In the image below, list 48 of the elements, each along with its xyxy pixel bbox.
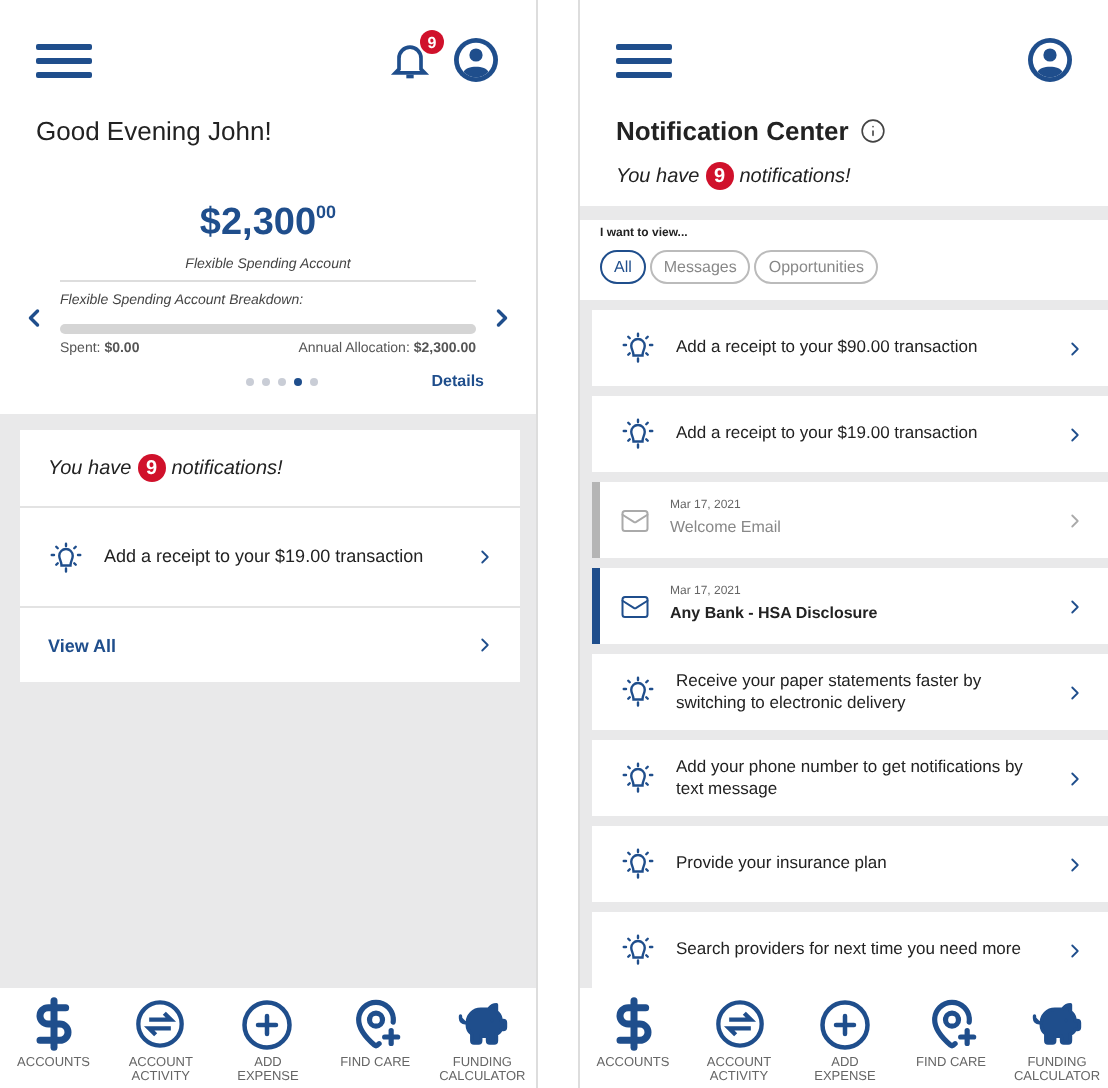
notification-badge: 9 (420, 30, 444, 54)
lightbulb-icon (620, 330, 656, 366)
notification-item[interactable]: Add your phone number to get notifications by text message (592, 740, 1108, 816)
summary-text: notifications! (171, 457, 283, 479)
lightbulb-icon (620, 760, 656, 796)
page-dot[interactable] (277, 377, 286, 385)
count-badge: 9 (705, 162, 734, 190)
profile-icon[interactable] (1026, 36, 1074, 84)
piggy-bank-icon (1030, 997, 1084, 1051)
swap-arrows-icon (713, 998, 765, 1050)
lightbulb-icon (620, 932, 656, 968)
notification-item[interactable]: Add a receipt to your $19.00 transaction (592, 396, 1108, 472)
page-dot[interactable] (293, 377, 302, 385)
summary-text: You have (48, 457, 132, 479)
notification-item[interactable]: Provide your insurance plan (592, 826, 1108, 902)
info-icon[interactable] (860, 118, 887, 144)
page-dot[interactable] (261, 377, 270, 385)
mail-icon (620, 591, 650, 621)
page-dot[interactable] (245, 377, 254, 385)
menu-button[interactable] (616, 43, 672, 77)
balance-amount: $2,300$^{00}$ (199, 202, 337, 246)
add-icon (240, 997, 295, 1051)
lightbulb-icon (620, 416, 656, 452)
message-title: Welcome Email (670, 518, 783, 540)
lightbulb-icon (620, 846, 656, 882)
page-title: Notification Center (616, 116, 849, 146)
lightbulb-icon (48, 539, 84, 575)
add-icon (818, 997, 872, 1051)
details-link[interactable]: Details (431, 372, 484, 390)
page-dot[interactable] (309, 377, 318, 385)
notification-item[interactable]: Add a receipt to your $90.00 transaction (592, 310, 1108, 386)
profile-icon[interactable] (452, 36, 500, 84)
filter-chip[interactable]: All (600, 250, 646, 284)
count-badge: 9 (137, 454, 166, 482)
lightbulb-icon (620, 674, 656, 710)
notification-item[interactable]: Receive your paper statements faster by switching to electronic delivery (592, 654, 1108, 730)
mail-icon (620, 505, 650, 535)
view-all-link[interactable]: View All (48, 635, 454, 655)
piggy-bank-icon (455, 997, 510, 1051)
summary-text: You have (616, 165, 700, 187)
notification-item[interactable]: Search providers for next time you need more (592, 912, 1108, 988)
filter-chip[interactable]: Opportunities (754, 250, 878, 284)
swap-arrows-icon (134, 998, 187, 1050)
greeting: Good Evening John! (0, 100, 536, 146)
menu-button[interactable] (36, 43, 92, 77)
summary-text: notifications! (739, 165, 851, 187)
message-title: Any Bank - HSA Disclosure (670, 604, 880, 626)
filter-chip[interactable]: Messages (649, 250, 751, 284)
